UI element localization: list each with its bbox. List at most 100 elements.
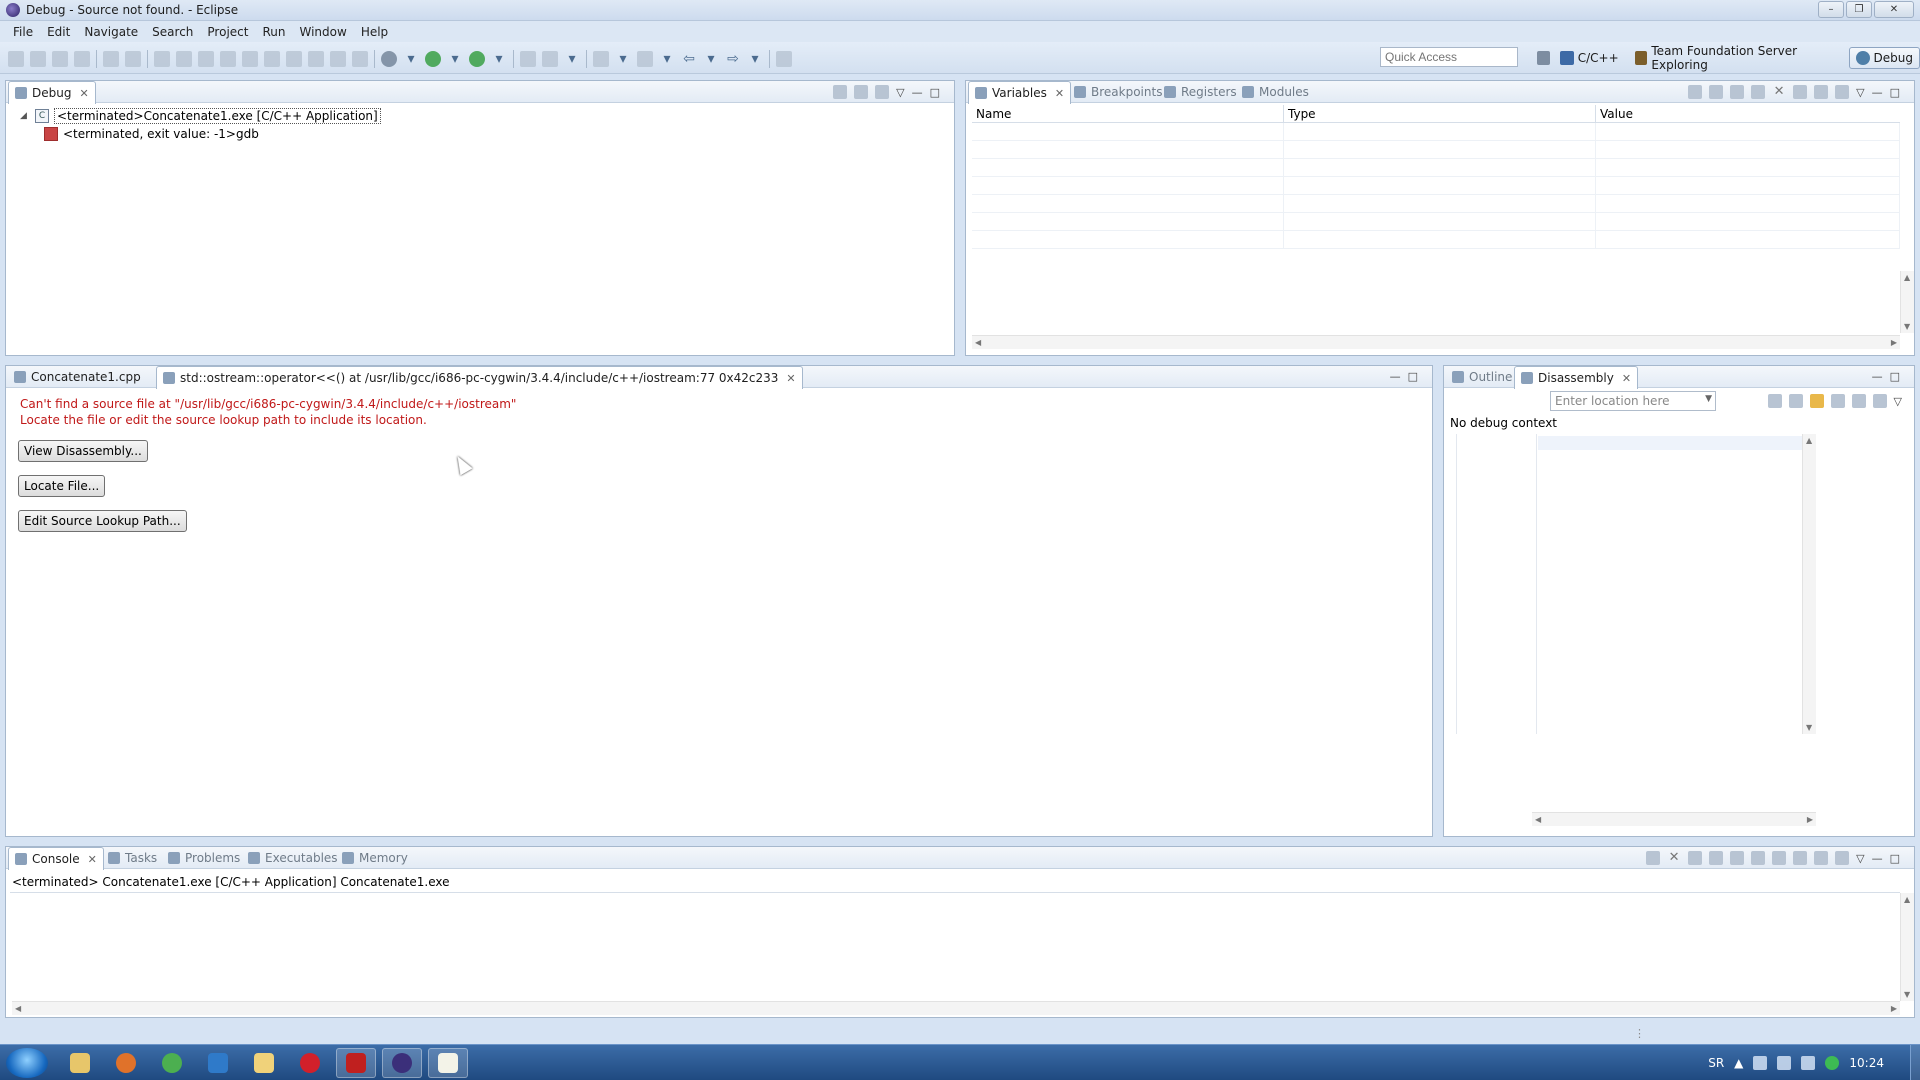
previous-annotation-icon[interactable] xyxy=(637,51,653,67)
remove-launch-icon[interactable]: ✕ xyxy=(1667,851,1681,865)
scroll-down-icon[interactable]: ▼ xyxy=(1806,723,1812,732)
terminate-icon[interactable] xyxy=(1646,851,1661,865)
vertical-scrollbar[interactable]: ▲ ▼ xyxy=(1802,434,1816,734)
taskbar-notepad[interactable] xyxy=(428,1048,468,1078)
chevron-down-icon[interactable]: ▾ xyxy=(659,51,675,67)
horizontal-scrollbar[interactable]: ◀ ▶ xyxy=(1532,812,1816,826)
tab-outline[interactable]: Outline xyxy=(1446,366,1518,388)
show-type-names-icon[interactable] xyxy=(1688,85,1703,99)
instruction-step-icon[interactable] xyxy=(875,85,890,99)
edit-source-lookup-button[interactable]: Edit Source Lookup Path... xyxy=(18,510,187,532)
close-icon[interactable]: ✕ xyxy=(786,372,795,385)
link-with-editor-icon[interactable] xyxy=(1809,394,1824,408)
open-console-icon[interactable] xyxy=(1835,851,1850,865)
view-menu-icon[interactable]: ▽ xyxy=(896,86,904,99)
tab-memory[interactable]: Memory xyxy=(336,847,414,869)
run-icon[interactable] xyxy=(425,51,441,67)
taskbar-folder[interactable] xyxy=(244,1048,284,1078)
disconnect-icon[interactable] xyxy=(352,51,368,67)
show-hidden-icons-icon[interactable]: ▲ xyxy=(1734,1056,1743,1070)
network-icon[interactable] xyxy=(1753,1056,1768,1070)
volume-icon[interactable] xyxy=(1801,1056,1816,1070)
language-indicator[interactable]: SR xyxy=(1708,1056,1724,1070)
view-menu-icon[interactable]: ▽ xyxy=(1856,86,1864,99)
taskbar-eclipse[interactable] xyxy=(382,1048,422,1078)
pin-view-icon[interactable] xyxy=(1872,394,1887,408)
chevron-down-icon[interactable]: ▾ xyxy=(747,51,763,67)
tree-node-gdb[interactable]: <terminated, exit value: -1>gdb xyxy=(20,125,381,143)
open-folder-icon[interactable] xyxy=(520,51,536,67)
taskbar-opera[interactable] xyxy=(290,1048,330,1078)
terminate-icon[interactable] xyxy=(330,51,346,67)
save-all-icon[interactable] xyxy=(52,51,68,67)
tab-executables[interactable]: Executables xyxy=(242,847,344,869)
column-header-name[interactable]: Name xyxy=(972,105,1284,122)
minimize-icon[interactable]: — xyxy=(1872,370,1883,383)
minimize-icon[interactable]: — xyxy=(912,86,923,99)
tab-tasks[interactable]: Tasks xyxy=(102,847,163,869)
tab-console[interactable]: Console ✕ xyxy=(8,847,104,870)
save-icon[interactable] xyxy=(30,51,46,67)
quick-access-input[interactable] xyxy=(1380,47,1518,67)
remove-global-icon[interactable]: ✕ xyxy=(1772,85,1786,99)
open-perspective-icon[interactable] xyxy=(1537,51,1550,65)
vertical-scrollbar[interactable]: ▲ ▼ xyxy=(1900,271,1914,333)
external-tools-icon[interactable] xyxy=(469,51,485,67)
menu-navigate[interactable]: Navigate xyxy=(77,25,145,39)
chevron-down-icon[interactable]: ▼ xyxy=(1705,394,1712,404)
search-icon[interactable] xyxy=(542,51,558,67)
column-header-value[interactable]: Value xyxy=(1596,105,1900,122)
scroll-up-icon[interactable]: ▲ xyxy=(1904,273,1910,282)
go-to-pc-icon[interactable] xyxy=(1767,394,1782,408)
taskbar-app[interactable] xyxy=(198,1048,238,1078)
maximize-icon[interactable]: □ xyxy=(930,86,940,99)
chevron-down-icon[interactable]: ▾ xyxy=(703,51,719,67)
perspective-tfs[interactable]: Team Foundation Server Exploring xyxy=(1629,44,1845,72)
chevron-down-icon[interactable]: ▾ xyxy=(615,51,631,67)
show-desktop-button[interactable] xyxy=(1910,1045,1920,1080)
tab-debug[interactable]: Debug ✕ xyxy=(8,81,96,104)
tab-variables[interactable]: Variables ✕ xyxy=(968,81,1072,104)
tab-iostream-source[interactable]: std::ostream::operator<<() at /usr/lib/g… xyxy=(156,366,803,389)
next-annotation-icon[interactable] xyxy=(593,51,609,67)
perspective-cpp[interactable]: C/C++ xyxy=(1554,47,1625,69)
clock[interactable]: 10:24 xyxy=(1849,1056,1884,1070)
scroll-up-icon[interactable]: ▲ xyxy=(1806,436,1812,445)
taskbar-chrome[interactable] xyxy=(152,1048,192,1078)
tree-node-launch[interactable]: ◢ C <terminated>Concatenate1.exe [C/C++ … xyxy=(20,107,381,125)
scroll-down-icon[interactable]: ▼ xyxy=(1904,990,1910,999)
minimize-icon[interactable]: — xyxy=(1872,86,1883,99)
horizontal-scrollbar[interactable]: ◀ ▶ xyxy=(972,335,1900,349)
maximize-icon[interactable]: □ xyxy=(1890,852,1900,865)
menu-project[interactable]: Project xyxy=(200,25,255,39)
menu-window[interactable]: Window xyxy=(292,25,353,39)
close-icon[interactable]: ✕ xyxy=(1055,87,1064,100)
perspective-debug[interactable]: Debug xyxy=(1848,47,1920,69)
close-button[interactable]: ✕ xyxy=(1874,1,1914,18)
scroll-left-icon[interactable]: ◀ xyxy=(975,338,981,347)
maximize-icon[interactable]: □ xyxy=(1890,370,1900,383)
menu-run[interactable]: Run xyxy=(255,25,292,39)
tab-modules[interactable]: Modules xyxy=(1236,81,1315,103)
suspend-icon[interactable] xyxy=(308,51,324,67)
scroll-down-icon[interactable]: ▼ xyxy=(1904,322,1910,331)
view-menu-icon[interactable]: ▽ xyxy=(1894,395,1902,408)
drop-to-frame-icon[interactable] xyxy=(176,51,192,67)
new-view-icon[interactable] xyxy=(1814,85,1829,99)
update-icon[interactable] xyxy=(1825,1056,1840,1070)
show-logical-structure-icon[interactable] xyxy=(1709,85,1724,99)
tab-concatenate-cpp[interactable]: Concatenate1.cpp xyxy=(8,366,147,388)
reverse-icon[interactable] xyxy=(264,51,280,67)
scroll-lock-icon[interactable] xyxy=(1730,851,1745,865)
tab-disassembly[interactable]: Disassembly ✕ xyxy=(1514,366,1639,389)
chevron-down-icon[interactable]: ▾ xyxy=(447,51,463,67)
tab-breakpoints[interactable]: Breakpoints xyxy=(1068,81,1168,103)
view-menu-icon[interactable]: ▽ xyxy=(1856,852,1864,865)
display-selected-console-icon[interactable] xyxy=(1814,851,1829,865)
scroll-right-icon[interactable]: ▶ xyxy=(1891,1004,1897,1013)
home-icon[interactable] xyxy=(1788,394,1803,408)
taskbar-acrobat[interactable] xyxy=(336,1048,376,1078)
step-filters-icon[interactable] xyxy=(198,51,214,67)
disassembly-content[interactable] xyxy=(1456,434,1802,734)
back-arrow-icon[interactable]: ⇦ xyxy=(681,51,697,67)
